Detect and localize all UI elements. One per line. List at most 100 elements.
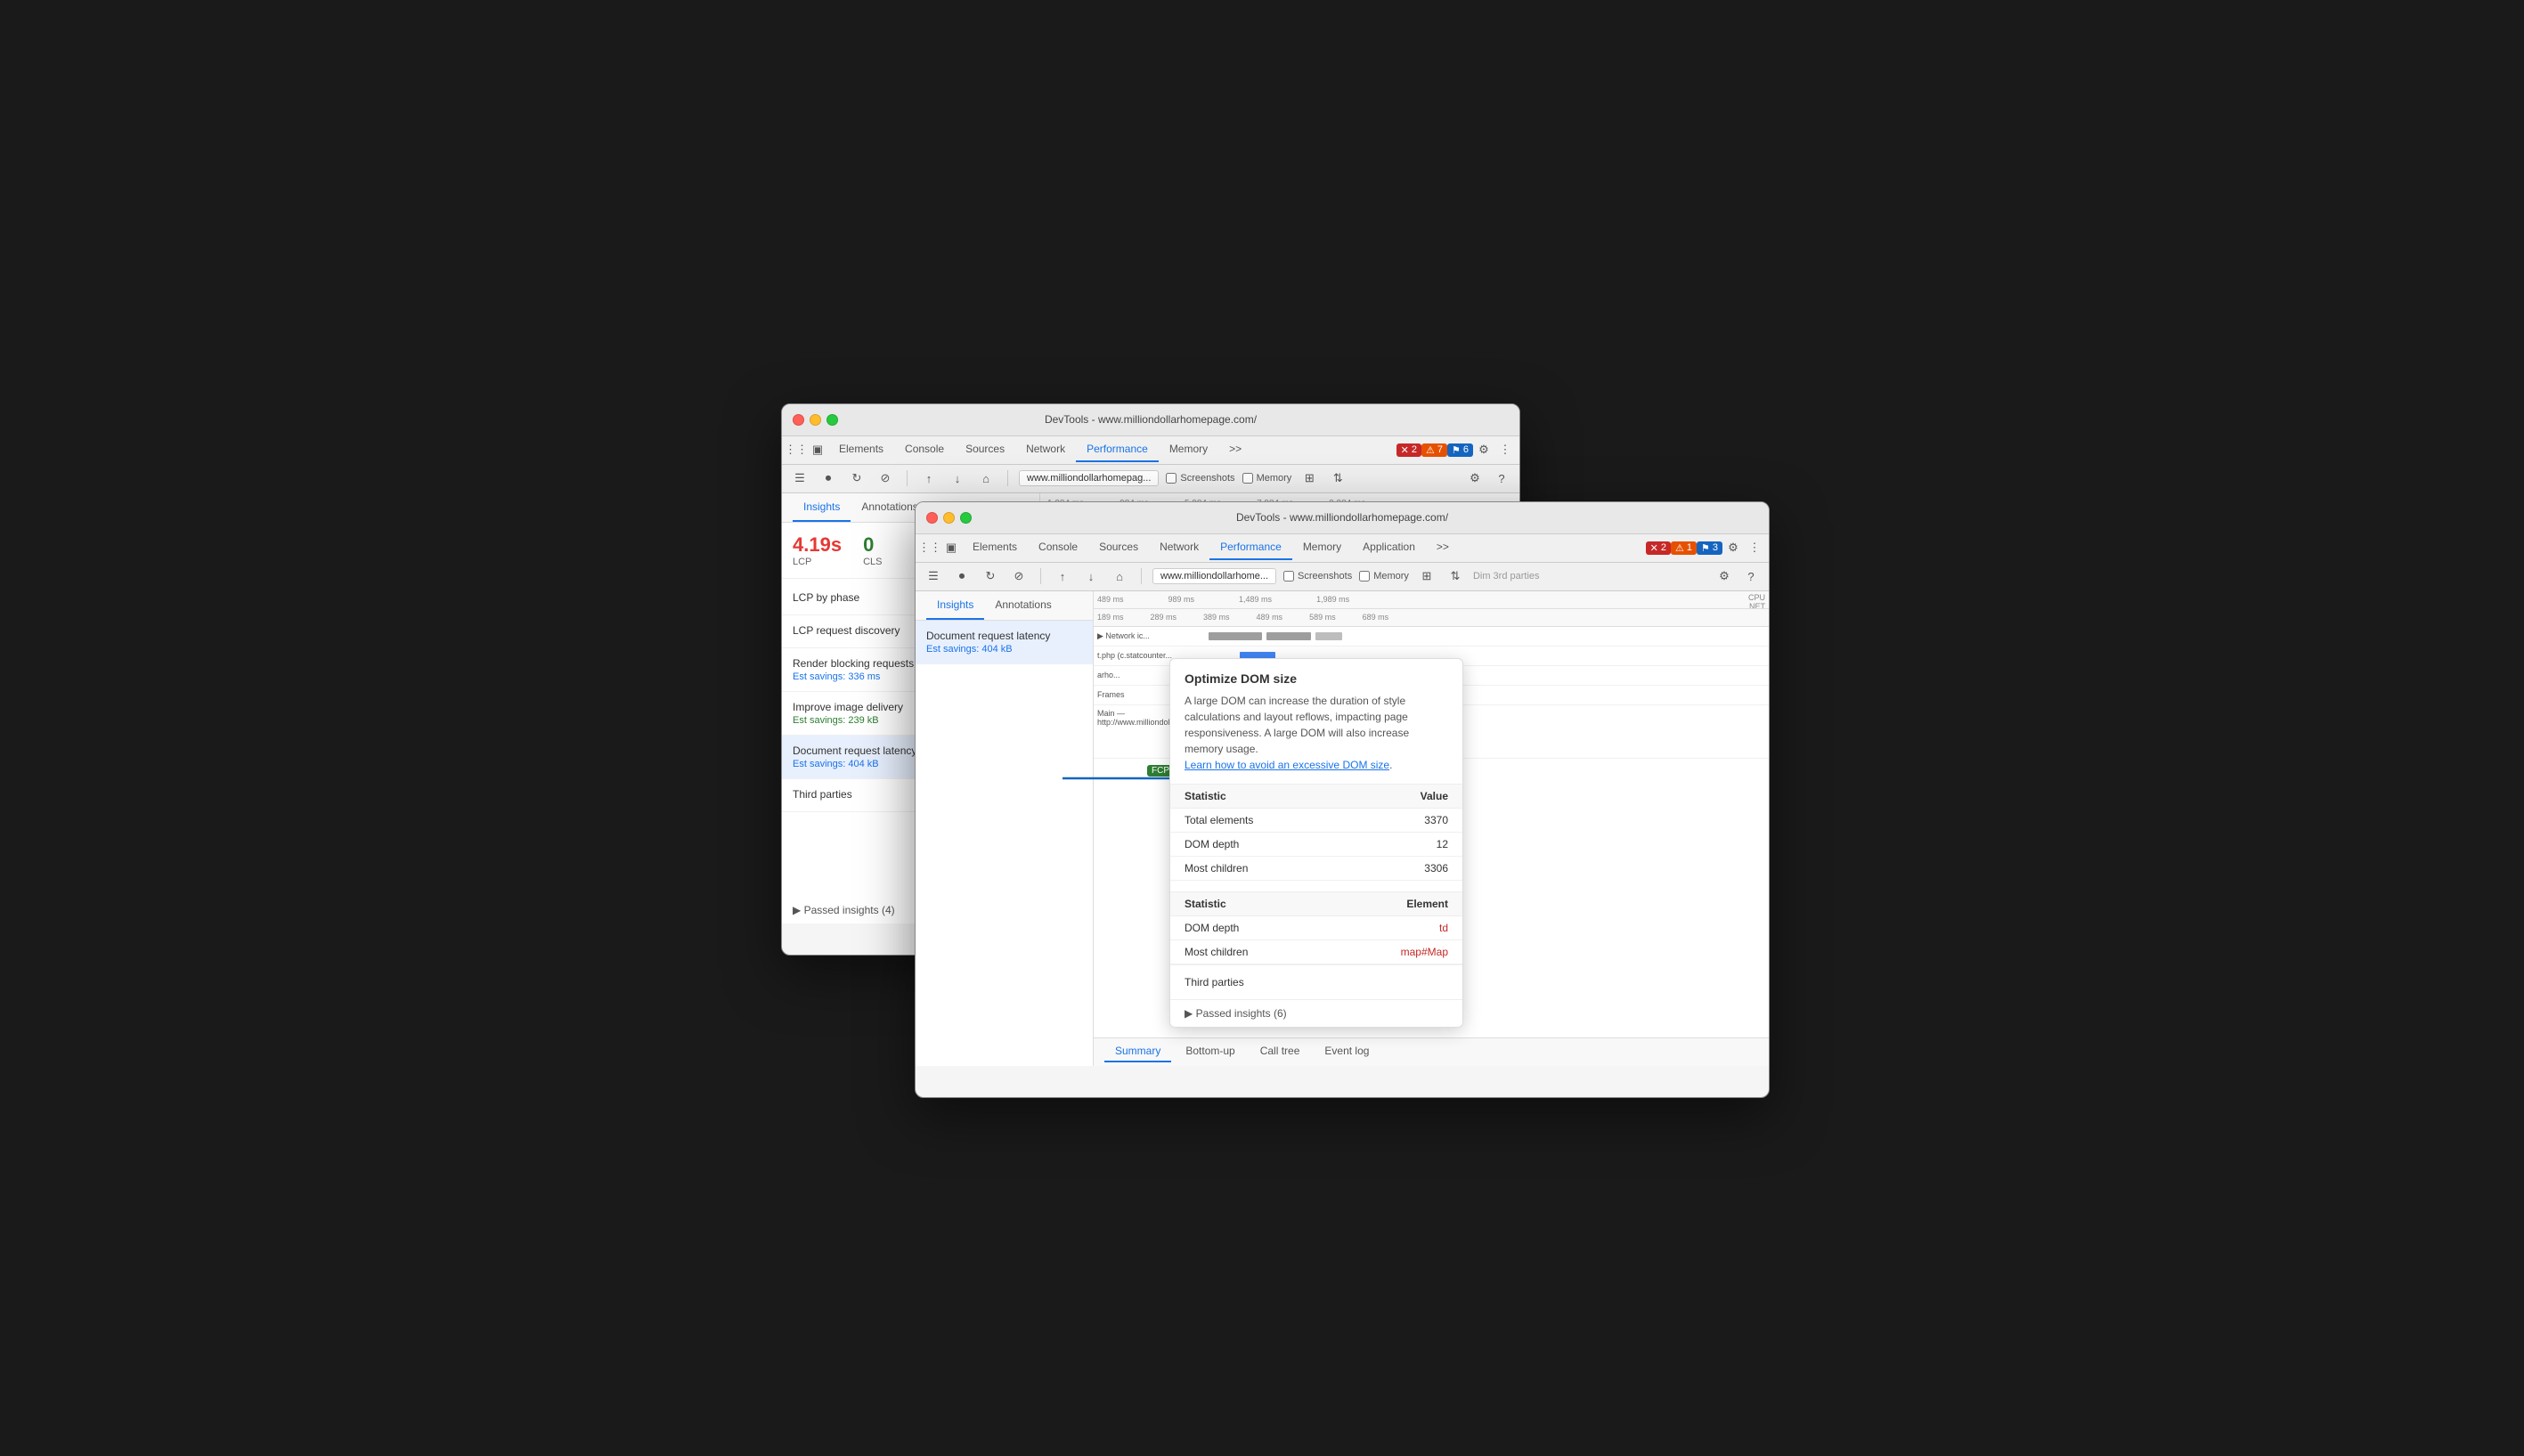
front-annotations-tab[interactable]: Annotations [984,591,1062,620]
overlay-t2-stat0: DOM depth [1170,915,1331,939]
front-tab-application[interactable]: Application [1352,535,1426,560]
back-url-badge[interactable]: www.milliondollarhomepag... [1019,470,1159,486]
back-sidebar-icon[interactable]: ☰ [789,468,810,489]
back-tab-elements[interactable]: Elements [828,437,894,462]
front-dim-3rd-label: Dim 3rd parties [1473,571,1540,582]
front-download-icon[interactable]: ↓ [1080,565,1102,587]
back-screenshots-check[interactable]: Screenshots [1166,473,1234,484]
back-divider1 [907,470,908,486]
overlay-t1-val0: 3370 [1356,808,1462,832]
overlay-table2-row1: Most children map#Map [1170,939,1462,964]
front-divider1 [1040,568,1041,584]
back-cls-value: 0 [863,533,882,557]
front-split-icon[interactable]: ⇅ [1445,565,1466,587]
front-bottom-tab-summary[interactable]: Summary [1104,1041,1171,1062]
back-inspector-icon[interactable]: ⋮⋮ [786,439,807,460]
back-upload-icon[interactable]: ↑ [918,468,940,489]
back-info-badge: ⚑ 6 [1447,443,1473,457]
back-tab-sources[interactable]: Sources [955,437,1015,462]
front-bottom-tab-bottomup[interactable]: Bottom-up [1175,1041,1245,1062]
back-device-icon[interactable]: ▣ [807,439,828,460]
back-tab-performance[interactable]: Performance [1076,437,1159,462]
back-screenshot-icon[interactable]: ⊞ [1299,468,1320,489]
back-close-button[interactable] [793,414,804,426]
back-refresh-icon[interactable]: ↻ [846,468,867,489]
back-memory-check[interactable]: Memory [1242,473,1292,484]
front-gear-icon[interactable]: ⚙ [1714,565,1735,587]
overlay-table1-stat-header: Statistic [1170,784,1356,808]
front-bottom-tab-calltree[interactable]: Call tree [1250,1041,1311,1062]
back-lcp-value: 4.19s [793,533,842,557]
front-record-icon[interactable]: ⏺ [951,565,973,587]
optimize-dom-link[interactable]: Learn how to avoid an excessive DOM size [1185,759,1389,771]
back-maximize-button[interactable] [826,414,838,426]
front-sub-t0: 189 ms [1097,613,1124,622]
front-close-button[interactable] [926,512,938,524]
back-insights-tab[interactable]: Insights [793,493,851,522]
front-device-icon[interactable]: ▣ [940,537,962,558]
overlay-table2-elem-header: Element [1331,891,1462,915]
front-ruler-t3: 1,989 ms [1316,595,1349,604]
back-tab-more[interactable]: >> [1218,437,1252,462]
back-clear-icon[interactable]: ⊘ [875,468,896,489]
front-net-bar1 [1209,632,1262,640]
front-sub-t3: 489 ms [1257,613,1283,622]
front-help-icon[interactable]: ? [1740,565,1762,587]
front-insights-tab[interactable]: Insights [926,591,984,620]
back-divider2 [1007,470,1008,486]
front-url-badge[interactable]: www.milliondollarhome... [1152,568,1276,584]
overlay-passed-insights[interactable]: ▶ Passed insights (6) [1170,999,1462,1027]
front-tab-elements[interactable]: Elements [962,535,1028,560]
front-tab-network[interactable]: Network [1149,535,1209,560]
front-maximize-button[interactable] [960,512,972,524]
back-record-icon[interactable]: ⏺ [818,468,839,489]
back-settings-icon[interactable]: ⚙ [1473,439,1494,460]
front-ruler-t1: 989 ms [1168,595,1195,604]
front-more-icon[interactable]: ⋮ [1744,537,1765,558]
front-memory-check[interactable]: Memory [1359,571,1409,582]
front-devtools-window: DevTools - www.milliondollarhomepage.com… [915,501,1770,1098]
back-window-title: DevTools - www.milliondollarhomepage.com… [793,413,1509,426]
back-help-icon[interactable]: ? [1491,468,1512,489]
front-error-badge: ✕ 2 [1646,541,1671,555]
back-minimize-button[interactable] [810,414,821,426]
front-clear-icon[interactable]: ⊘ [1008,565,1030,587]
front-screenshots-check[interactable]: Screenshots [1283,571,1352,582]
front-screenshot-icon[interactable]: ⊞ [1416,565,1437,587]
front-inspector-icon[interactable]: ⋮⋮ [919,537,940,558]
front-tab-console[interactable]: Console [1028,535,1088,560]
front-cpu-label: CPU [1748,593,1765,602]
front-title-bar: DevTools - www.milliondollarhomepage.com… [916,502,1769,534]
front-home-icon[interactable]: ⌂ [1109,565,1130,587]
front-bottom-tab-eventlog[interactable]: Event log [1314,1041,1380,1062]
front-network-content [1204,627,1765,646]
front-toolbar2: ☰ ⏺ ↻ ⊘ ↑ ↓ ⌂ www.milliondollarhome... S… [916,563,1769,591]
overlay-third-parties[interactable]: Third parties [1170,964,1462,999]
back-more-icon[interactable]: ⋮ [1494,439,1516,460]
front-tab-memory[interactable]: Memory [1292,535,1352,560]
back-split-icon[interactable]: ⇅ [1327,468,1348,489]
back-home-icon[interactable]: ⌂ [975,468,997,489]
back-traffic-lights [793,414,838,426]
front-tab-more[interactable]: >> [1426,535,1460,560]
front-upload-icon[interactable]: ↑ [1052,565,1073,587]
front-sidebar-icon[interactable]: ☰ [923,565,944,587]
front-insight-doc-latency[interactable]: Document request latency Est savings: 40… [916,621,1093,664]
front-refresh-icon[interactable]: ↻ [980,565,1001,587]
front-gear-area: ⚙ ? [1714,565,1762,587]
front-insights-tabs: Insights Annotations [916,591,1093,621]
optimize-dom-desc-text: A large DOM can increase the duration of… [1185,695,1409,755]
front-minimize-button[interactable] [943,512,955,524]
front-sub-t1: 289 ms [1151,613,1177,622]
overlay-t2-elem1: map#Map [1331,939,1462,964]
back-tab-memory[interactable]: Memory [1159,437,1218,462]
back-download-icon[interactable]: ↓ [947,468,968,489]
back-tab-network[interactable]: Network [1015,437,1076,462]
front-settings-icon[interactable]: ⚙ [1722,537,1744,558]
optimize-dom-table1: Statistic Value Total elements 3370 DOM … [1170,784,1462,881]
back-gear-icon[interactable]: ⚙ [1464,468,1486,489]
front-tab-sources[interactable]: Sources [1088,535,1149,560]
back-title-bar: DevTools - www.milliondollarhomepage.com… [782,404,1519,436]
front-tab-performance[interactable]: Performance [1209,535,1292,560]
back-tab-console[interactable]: Console [894,437,955,462]
